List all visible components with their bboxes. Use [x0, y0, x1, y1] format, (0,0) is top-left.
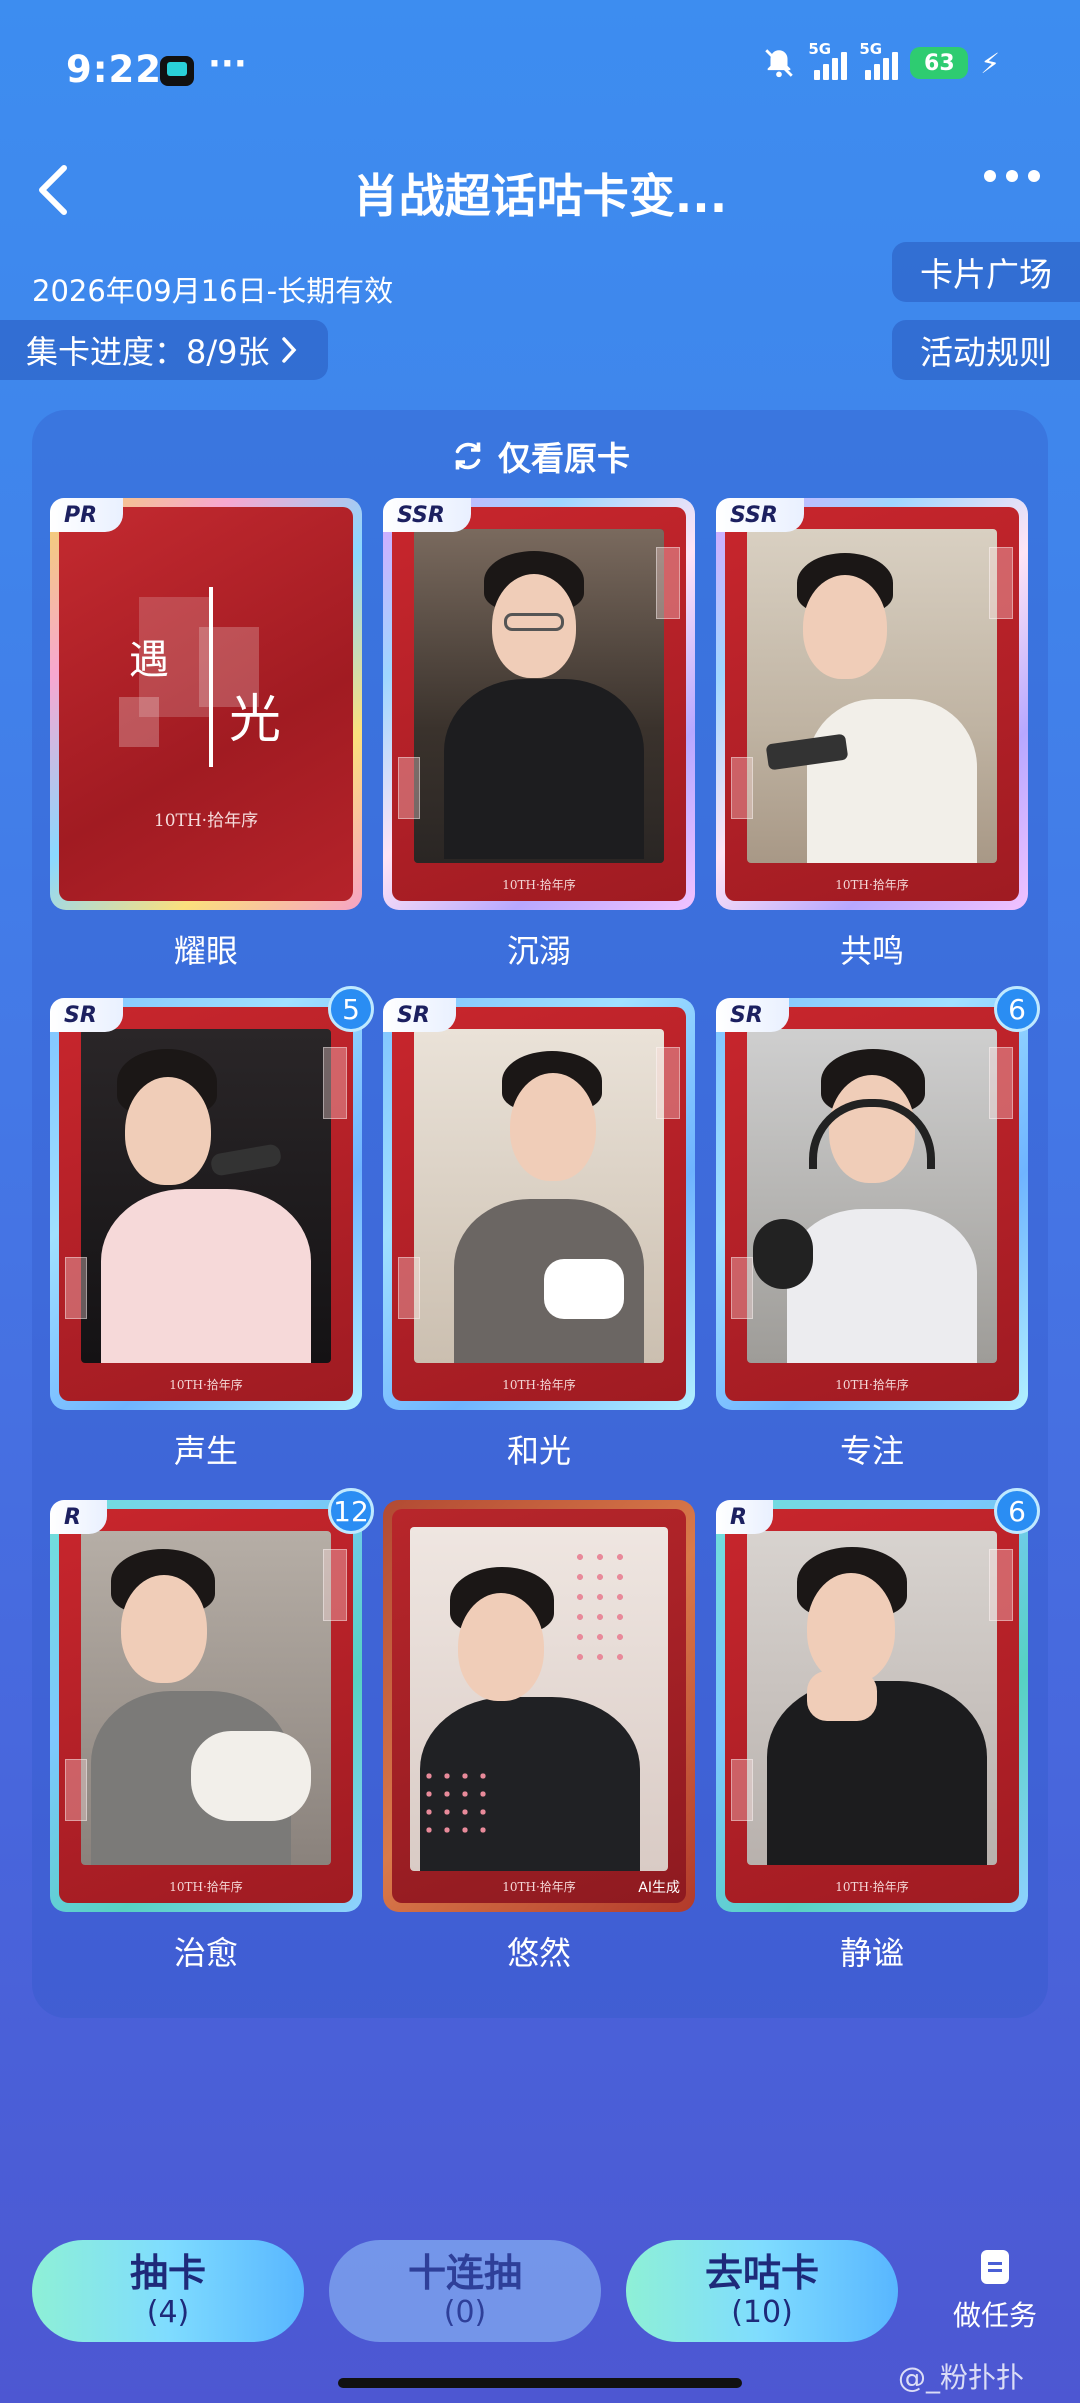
card-caption: 10TH·拾年序 [835, 1880, 909, 1894]
collection-progress-button[interactable]: 集卡进度：8/9张 [0, 320, 328, 380]
rarity-badge: R [716, 1500, 773, 1534]
filter-label: 仅看原卡 [498, 439, 630, 478]
card-name: 静谧 [839, 1934, 904, 1972]
card-name: 声生 [173, 1432, 238, 1470]
draw-count: (4) [146, 2295, 190, 2330]
rarity-badge: SSR [383, 498, 471, 532]
trade-label: 去咕卡 [704, 2251, 819, 2295]
card-name: 和光 [506, 1432, 571, 1470]
portrait-photo [81, 1531, 331, 1865]
collection-progress-label: 集卡进度：8/9张 [26, 333, 270, 371]
portrait-photo [414, 529, 664, 863]
activity-rules-button[interactable]: 活动规则 [892, 320, 1080, 380]
card-square-button[interactable]: 卡片广场 [892, 242, 1080, 302]
task-button[interactable]: 做任务 [940, 2250, 1050, 2334]
battery-indicator: 63 [910, 47, 969, 79]
refresh-icon [455, 442, 481, 470]
card-zhuanzhu[interactable]: 10TH·拾年序 SR 6 [716, 986, 1040, 1410]
card-jingmi[interactable]: 10TH·拾年序 R 6 [716, 1488, 1040, 1912]
portrait-photo [414, 1029, 664, 1363]
status-indicators: 5G 5G 63 ⚡ [762, 40, 1000, 80]
portrait-photo [747, 1531, 997, 1865]
rarity-badge: R [50, 1500, 107, 1534]
status-more: ··· [208, 44, 247, 84]
card-youran[interactable]: 10TH·拾年序 AI生成 [383, 1500, 695, 1912]
mute-bell-icon [765, 49, 794, 78]
charging-icon: ⚡ [980, 46, 1000, 80]
card-glyph-guang: 光 [229, 690, 282, 750]
rarity-badge: SR [50, 998, 123, 1032]
original-card-filter[interactable]: 仅看原卡 [0, 432, 1080, 480]
card-name: 悠然 [506, 1934, 571, 1972]
card-caption: 10TH·拾年序 [502, 1378, 576, 1392]
card-count-badge: 12 [328, 1488, 374, 1534]
card-name: 沉溺 [506, 932, 571, 970]
card-caption: 10TH·拾年序 [169, 1880, 243, 1894]
more-dots-icon[interactable] [984, 170, 1040, 182]
card-heguang[interactable]: 10TH·拾年序 SR [383, 998, 695, 1410]
rarity-badge: SSR [716, 498, 804, 532]
card-count-badge: 6 [994, 986, 1040, 1032]
card-zhiyu[interactable]: 10TH·拾年序 R 12 [50, 1488, 374, 1912]
card-count-badge: 5 [328, 986, 374, 1032]
trade-count: (10) [731, 2295, 793, 2330]
page-title: 肖战超话咕卡变... [352, 169, 728, 223]
rarity-badge: SR [383, 998, 456, 1032]
card-gongming[interactable]: 10TH·拾年序 SSR [716, 498, 1028, 910]
watermark: @_粉扑扑 [898, 2361, 1025, 2394]
trade-card-button[interactable]: 去咕卡 (10) [626, 2240, 898, 2342]
card-caption: 10TH·拾年序 [502, 878, 576, 892]
card-name: 专注 [839, 1432, 904, 1470]
portrait-photo [81, 1029, 331, 1363]
card-caption: 10TH·拾年序 [835, 1378, 909, 1392]
card-count-badge: 6 [994, 1488, 1040, 1534]
ten-draw-label: 十连抽 [407, 2251, 522, 2295]
card-name: 耀眼 [173, 932, 238, 970]
task-list-icon [981, 2250, 1009, 2284]
ten-draw-count: (0) [443, 2295, 487, 2330]
rarity-badge: SR [716, 998, 789, 1032]
card-caption: 10TH·拾年序 [153, 811, 259, 831]
card-name: 共鸣 [839, 932, 904, 970]
validity-text: 2026年09月16日-长期有效 [32, 274, 394, 308]
portrait-photo [747, 1029, 997, 1363]
signal-icon-2: 5G [859, 40, 899, 80]
card-chenni[interactable]: 10TH·拾年序 SSR [383, 498, 695, 910]
card-name: 治愈 [173, 1934, 238, 1972]
card-caption: 10TH·拾年序 [169, 1378, 243, 1392]
card-yaoyan[interactable]: 遇 光 10TH·拾年序 PR [50, 498, 362, 910]
home-indicator[interactable] [338, 2378, 742, 2388]
signal-icon-1: 5G [808, 40, 848, 80]
card-caption: 10TH·拾年序 [835, 878, 909, 892]
rarity-badge: PR [50, 498, 124, 532]
draw-card-button[interactable]: 抽卡 (4) [32, 2240, 304, 2342]
ai-generated-label: AI生成 [638, 1880, 680, 1896]
portrait-photo [747, 529, 997, 863]
card-shengsheng[interactable]: 10TH·拾年序 SR 5 [50, 986, 374, 1410]
app-notification-icon [160, 56, 194, 86]
task-label: 做任务 [952, 2299, 1037, 2332]
chevron-right-icon [281, 337, 296, 363]
status-time: 9:22 [66, 48, 163, 91]
draw-label: 抽卡 [129, 2251, 206, 2295]
card-glyph-yu: 遇 [129, 637, 169, 683]
ten-draw-button[interactable]: 十连抽 (0) [329, 2240, 601, 2342]
portrait-photo [410, 1527, 668, 1871]
